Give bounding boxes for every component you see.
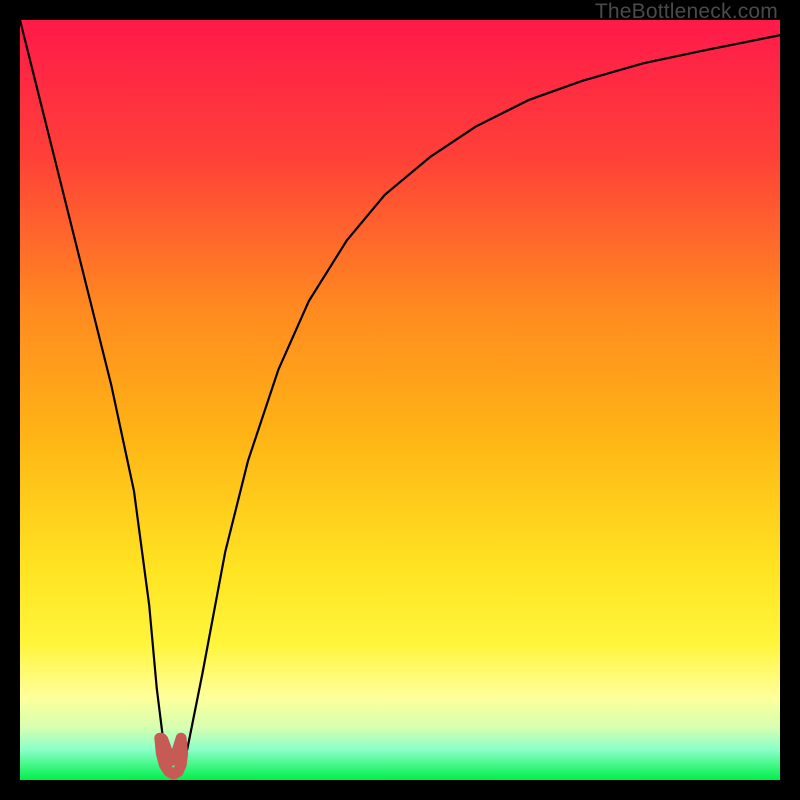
bottleneck-curve: [20, 20, 780, 772]
minimum-marker: [160, 738, 183, 774]
watermark-text: TheBottleneck.com: [595, 0, 778, 24]
plot-frame: [20, 20, 780, 780]
curve-layer: [20, 20, 780, 780]
